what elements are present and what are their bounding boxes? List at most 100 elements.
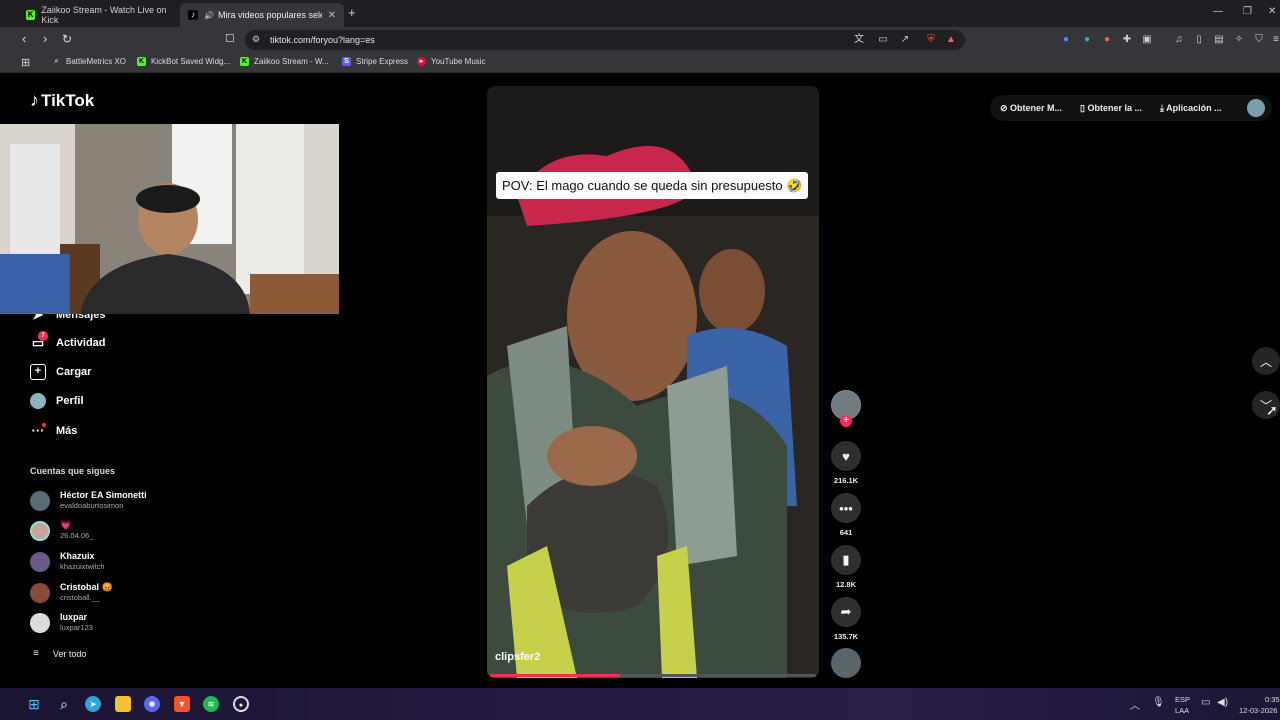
search-icon[interactable]: ⌕: [56, 696, 72, 712]
new-tab-button[interactable]: +: [348, 5, 356, 20]
save-action[interactable]: ▮ 12.8K: [831, 545, 861, 589]
tiktok-note-icon: ♪: [30, 90, 39, 110]
comment-action[interactable]: ••• 641: [831, 493, 861, 537]
bookmark-icon[interactable]: ☐: [225, 32, 235, 46]
clock-time[interactable]: 0:35: [1265, 695, 1280, 704]
previous-video-button[interactable]: ︿: [1252, 347, 1280, 375]
following-account[interactable]: Khazuix khazuixtwitch: [30, 551, 105, 572]
spotify-icon[interactable]: ≋: [203, 696, 219, 712]
close-window-icon[interactable]: ✕: [1268, 6, 1276, 17]
apps-grid-icon[interactable]: ⊞: [21, 56, 30, 69]
clock-date[interactable]: 12-03-2026: [1239, 706, 1277, 715]
coin-icon: ⊘: [1000, 103, 1011, 113]
avatar: [30, 520, 50, 541]
profile-avatar-top[interactable]: [1247, 99, 1265, 117]
download-app-button[interactable]: ⤓ Aplicación ...: [1160, 103, 1222, 114]
telegram-icon[interactable]: ➤: [85, 696, 101, 712]
get-coins-button[interactable]: ⊘ Obtener M...: [1000, 103, 1062, 114]
mouse-cursor-icon: ➚: [1266, 402, 1278, 418]
more-icon: ···: [31, 423, 46, 438]
comment-count: 641: [839, 528, 853, 537]
video-author[interactable]: clipsfer2: [495, 651, 540, 663]
minimize-icon[interactable]: —: [1213, 6, 1223, 17]
extension-fire-icon[interactable]: ●: [1101, 34, 1113, 46]
obs-icon[interactable]: ●: [233, 696, 249, 712]
bookmark-zaiikoo[interactable]: K Zaiikoo Stream - W...: [240, 57, 329, 66]
tab-kick-stream[interactable]: K Zaiikoo Stream - Watch Live on Kick: [18, 3, 176, 27]
upload-icon: +: [30, 364, 46, 380]
video-caption: POV: El mago cuando se queda sin presupu…: [496, 172, 809, 199]
windows-start-icon[interactable]: ⊞: [26, 696, 42, 712]
sidebar-item-more[interactable]: ··· Más: [30, 423, 77, 439]
tiktok-logo[interactable]: ♪ TikTok: [30, 90, 94, 111]
youtube-music-icon: ▸: [417, 57, 426, 66]
sidebar-item-upload[interactable]: + Cargar: [30, 364, 91, 380]
reader-icon[interactable]: ▭: [877, 34, 889, 46]
site-info-icon[interactable]: ⚙: [252, 34, 260, 45]
leo-ai-icon[interactable]: ✧: [1233, 34, 1245, 46]
webcam-overlay: [0, 124, 339, 314]
microphone-icon[interactable]: 🎙: [1152, 697, 1165, 708]
follow-plus-icon[interactable]: +: [840, 415, 852, 427]
bookmark-stripe[interactable]: S Stripe Express: [342, 57, 408, 66]
following-account[interactable]: Héctor EA Simonetti evaldoaburtosimon: [30, 490, 147, 511]
sidebar-item-profile[interactable]: Perfil: [30, 393, 84, 409]
extension-skype-icon[interactable]: ●: [1081, 34, 1093, 46]
get-app-button[interactable]: ▯ Obtener la ...: [1080, 103, 1142, 114]
tab-tiktok[interactable]: ♪ 🔊 Mira videos populares selecc ✕: [180, 3, 344, 27]
sidebar-item-activity[interactable]: ▭ 7 Actividad: [30, 331, 106, 351]
inbox-icon: ▭ 7: [30, 331, 48, 351]
sidebar-icon[interactable]: ▯: [1193, 34, 1205, 46]
following-account[interactable]: 💗 26.04.06_: [30, 520, 93, 541]
share-arrow-icon[interactable]: ➦: [831, 597, 861, 627]
like-action[interactable]: ♥ 216.1K: [831, 441, 861, 485]
see-all-button[interactable]: ≡ Ver todo: [33, 648, 86, 659]
discord-icon[interactable]: ◉: [144, 696, 160, 712]
vpn-icon[interactable]: ⛉: [1253, 34, 1265, 46]
bookmark-battlemetrics[interactable]: ⌕ BattleMetrics XO: [52, 57, 126, 66]
comment-icon[interactable]: •••: [831, 493, 861, 523]
language-bottom[interactable]: LAA: [1175, 706, 1189, 715]
music-icon[interactable]: ♫: [1173, 34, 1185, 46]
brave-rewards-icon[interactable]: ▲: [945, 34, 957, 46]
following-account[interactable]: luxpar luxpar123: [30, 612, 93, 633]
share-icon[interactable]: ↗: [899, 34, 911, 46]
share-action[interactable]: ➦ 135.7K: [831, 597, 861, 641]
video-progress-bar[interactable]: [490, 674, 816, 677]
tray-chevron-up-icon[interactable]: ︿: [1130, 697, 1140, 712]
forward-icon[interactable]: ›: [43, 32, 47, 46]
file-explorer-icon[interactable]: [115, 696, 131, 712]
url-text: tiktok.com/foryou?lang=es: [270, 35, 375, 45]
brave-browser-icon[interactable]: ▼: [174, 696, 190, 712]
dot-badge: [42, 423, 46, 427]
tab-label: Mira videos populares selecc: [217, 10, 322, 20]
language-top[interactable]: ESP: [1175, 695, 1190, 704]
extension-tv-icon[interactable]: ▣: [1141, 34, 1153, 46]
speaker-icon[interactable]: 🔊: [204, 11, 214, 20]
extensions-puzzle-icon[interactable]: ✚: [1121, 34, 1133, 46]
bookmark-kickbot[interactable]: K KickBot Saved Widg...: [137, 57, 230, 66]
bookmark-youtube-music[interactable]: ▸ YouTube Music: [417, 57, 486, 66]
extension-blue-icon[interactable]: ●: [1060, 34, 1072, 46]
close-tab-icon[interactable]: ✕: [328, 10, 336, 21]
video-progress-fill: [490, 674, 621, 677]
translate-icon[interactable]: 文: [853, 34, 865, 46]
network-icon[interactable]: ▭: [1201, 697, 1210, 708]
brave-shield-icon[interactable]: ⛨: [925, 34, 937, 46]
bookmark-save-icon[interactable]: ▮: [831, 545, 861, 575]
chevron-up-icon: ︿: [1259, 354, 1272, 369]
music-disc-avatar[interactable]: [831, 648, 861, 678]
back-icon[interactable]: ‹: [22, 32, 26, 46]
kick-icon: K: [137, 57, 146, 66]
maximize-icon[interactable]: ❐: [1243, 6, 1252, 17]
tiktok-icon: ♪: [188, 10, 198, 20]
wallet-icon[interactable]: ▤: [1213, 34, 1225, 46]
kick-icon: K: [26, 10, 36, 20]
volume-icon[interactable]: ◀): [1217, 697, 1228, 708]
browser-toolbar: ‹ › ↻ ☐ ⚙ tiktok.com/foryou?lang=es 文 ▭ …: [0, 27, 1280, 53]
heart-icon[interactable]: ♥: [831, 441, 861, 471]
reload-icon[interactable]: ↻: [62, 32, 72, 46]
windows-taskbar: ⊞ ⌕ ➤ ◉ ▼ ≋ ● ︿ 🎙 ESP LAA ▭ ◀) 0:35 12-0…: [0, 688, 1280, 720]
menu-icon[interactable]: ≡: [1270, 34, 1280, 46]
following-account[interactable]: Cristobal 😡 cristoball.__: [30, 582, 113, 603]
